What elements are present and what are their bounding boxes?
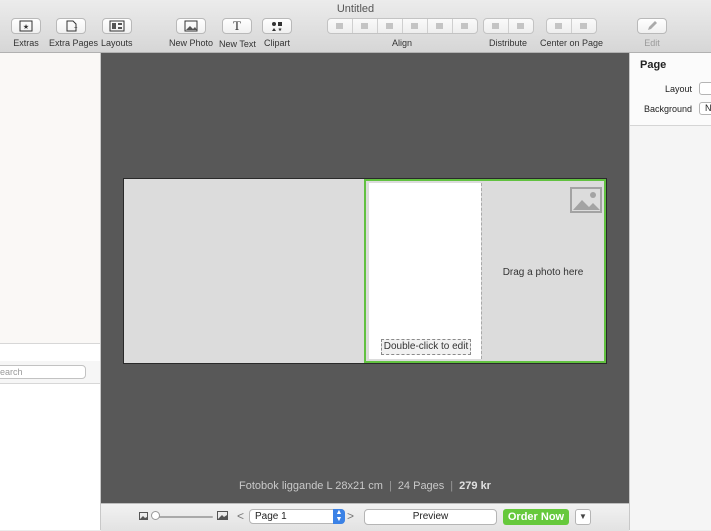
layouts-button[interactable]: Layouts	[101, 18, 133, 48]
layouts-label: Layouts	[101, 38, 133, 48]
layouts-icon	[101, 18, 132, 34]
align-center-icon[interactable]	[353, 19, 378, 33]
center-on-page-label: Center on Page	[540, 38, 604, 48]
new-text-button[interactable]: T New Text	[219, 18, 256, 49]
extras-button[interactable]: ★ Extras	[11, 18, 41, 48]
text-placeholder[interactable]: Double-click to edit	[381, 339, 471, 355]
center-vertical-icon[interactable]	[572, 19, 596, 33]
center-icon-group	[545, 18, 597, 34]
distribute-horizontal-icon[interactable]	[484, 19, 509, 33]
page-selector-value: Page 1	[255, 511, 287, 522]
distribute-label: Distribute	[488, 38, 527, 48]
info-separator: |	[388, 480, 392, 492]
center-horizontal-icon[interactable]	[547, 19, 572, 33]
extra-pages-button[interactable]: + Extra Pages	[49, 18, 99, 48]
stepper-arrows-icon: ▲ ▼	[333, 509, 345, 524]
text-icon: T	[222, 18, 252, 34]
editor-canvas[interactable]: Double-click to edit Drag a photo here F…	[101, 53, 629, 503]
text-icon-glyph: T	[233, 18, 241, 33]
clipart-icon: ★	[262, 18, 292, 34]
center-on-page-control[interactable]: Center on Page	[540, 18, 604, 48]
svg-text:★: ★	[23, 23, 29, 31]
inspector-header: Page Layout Background N	[630, 53, 711, 126]
chevron-down-icon: ▼	[579, 512, 587, 521]
align-label: Align	[391, 38, 412, 48]
zoom-slider-knob[interactable]	[151, 511, 160, 520]
product-info: Fotobok liggande L 28x21 cm | 24 Pages | 279…	[101, 480, 629, 492]
text-area[interactable]: Double-click to edit	[369, 183, 481, 359]
new-photo-button[interactable]: New Photo	[169, 18, 213, 48]
preview-button[interactable]: Preview	[364, 509, 497, 525]
inspector-panel: Page Layout Background N	[629, 53, 711, 530]
photo-placeholder-text: Drag a photo here	[502, 267, 584, 278]
distribute-control[interactable]: Distribute	[483, 18, 534, 48]
edit-label: Edit	[644, 38, 660, 48]
background-label: Background	[643, 104, 692, 114]
add-page-icon: +	[56, 18, 86, 34]
layout-label: Layout	[664, 84, 692, 94]
next-page-button[interactable]: >	[347, 509, 354, 523]
new-text-label: New Text	[219, 39, 256, 49]
sidebar-search-input[interactable]: Search	[0, 365, 86, 379]
clipart-label: Clipart	[263, 38, 290, 48]
order-now-button[interactable]: Order Now	[503, 509, 569, 525]
svg-text:★: ★	[278, 27, 283, 33]
edit-button[interactable]: Edit	[637, 18, 667, 48]
align-bottom-icon[interactable]	[453, 19, 477, 33]
inspector-title: Page	[640, 59, 667, 71]
window-title: Untitled	[336, 3, 375, 15]
photo-slot[interactable]: Drag a photo here	[481, 183, 604, 359]
page-selector[interactable]: Page 1 ▲ ▼	[249, 509, 345, 524]
image-placeholder-icon	[570, 187, 602, 213]
left-sidebar: Search	[0, 53, 101, 530]
product-name: Fotobok liggande L 28x21 cm	[239, 480, 383, 492]
page-spread[interactable]: Double-click to edit Drag a photo here	[123, 178, 607, 364]
info-separator: |	[450, 480, 454, 492]
align-right-icon[interactable]	[378, 19, 403, 33]
right-page-selected[interactable]: Double-click to edit Drag a photo here	[364, 179, 606, 363]
align-top-icon[interactable]	[403, 19, 428, 33]
align-middle-icon[interactable]	[428, 19, 453, 33]
layout-select[interactable]	[699, 82, 711, 95]
extras-label: Extras	[13, 38, 39, 48]
align-icon-group	[327, 18, 478, 34]
new-photo-label: New Photo	[169, 38, 214, 48]
order-options-button[interactable]: ▼	[575, 509, 591, 525]
zoom-in-icon[interactable]	[217, 511, 228, 520]
sidebar-search-bar: Search	[0, 361, 100, 384]
align-left-icon[interactable]	[328, 19, 353, 33]
photo-icon	[176, 18, 206, 34]
page-count: 24 Pages	[397, 480, 445, 492]
extras-icon: ★	[11, 18, 41, 34]
sidebar-preview-area	[0, 53, 100, 344]
background-select[interactable]: N	[699, 102, 711, 115]
left-page[interactable]	[124, 179, 365, 363]
extra-pages-label: Extra Pages	[49, 38, 99, 48]
bottom-bar: < Page 1 ▲ ▼ > Preview Order Now ▼	[101, 503, 629, 531]
distribute-vertical-icon[interactable]	[509, 19, 533, 33]
clipart-button[interactable]: ★ Clipart	[262, 18, 292, 48]
previous-page-button[interactable]: <	[237, 509, 244, 523]
zoom-slider-track[interactable]	[153, 516, 213, 518]
distribute-icon-group	[483, 18, 534, 34]
align-control[interactable]: Align	[327, 18, 478, 48]
product-price: 279 kr	[459, 480, 491, 492]
svg-text:+: +	[74, 26, 78, 32]
toolbar: Untitled ★ Extras + Extra Pages Layouts …	[0, 0, 711, 53]
zoom-out-icon[interactable]	[139, 512, 148, 520]
pencil-icon	[637, 18, 667, 34]
